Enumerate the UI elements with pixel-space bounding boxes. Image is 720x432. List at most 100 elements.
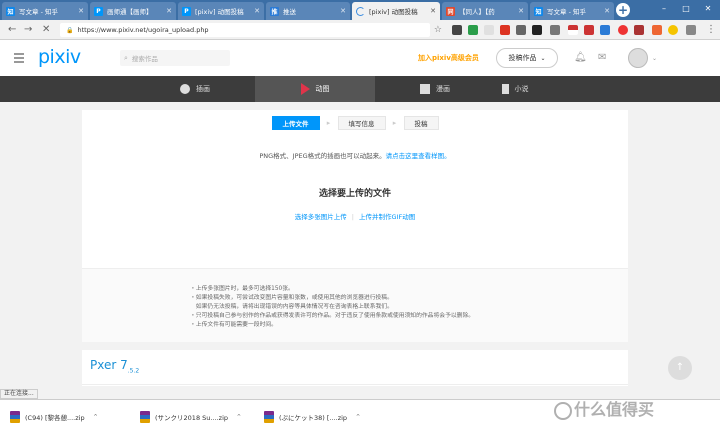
category-label: 漫画 <box>436 85 450 93</box>
novel-icon <box>501 84 509 94</box>
browser-tab[interactable]: 知 写文章 - 知乎 ✕ <box>530 2 614 20</box>
search-placeholder: 搜索作品 <box>131 55 158 63</box>
notification-bell-icon[interactable]: 🔔︎ <box>574 52 587 63</box>
pixiv-favicon-icon: P <box>182 6 191 16</box>
category-novel[interactable]: 小说 <box>455 76 575 102</box>
archive-file-icon <box>10 411 20 423</box>
scroll-to-top-button[interactable]: ↑ <box>668 356 692 380</box>
divider <box>82 384 628 385</box>
extension-icon[interactable] <box>618 25 628 35</box>
pxer-name: Pxer 7 <box>90 358 128 372</box>
note-line: ・只可投稿自己参与创作的作品或获得发表许可的作品。对于违反了使用条款或使用须知的… <box>190 313 475 319</box>
minimize-window-button[interactable]: – <box>654 2 674 16</box>
note-line: ・上传文件有可能需要一段时间。 <box>190 322 277 328</box>
pixiv-favicon-icon: P <box>94 6 103 16</box>
download-item[interactable]: (ぷにケット38) [....zip ⌃ <box>264 408 361 426</box>
apple-icon <box>180 84 190 94</box>
loading-spinner-icon <box>356 6 365 16</box>
browser-tab-active[interactable]: [pixiv] 动图投稿 ✕ <box>352 2 440 20</box>
upload-links: 选择多张图片上传 | 上传并制作GIF动图 <box>82 211 628 221</box>
manga-icon <box>420 84 430 94</box>
category-illustration[interactable]: 插画 <box>135 76 255 102</box>
extension-icon[interactable] <box>532 25 542 35</box>
search-input[interactable]: ⌕ 搜索作品 <box>120 50 230 66</box>
browser-tab[interactable]: 知 写文章 - 知乎 ✕ <box>2 2 88 20</box>
sample-link[interactable]: 请点击这里查看样图。 <box>386 152 451 160</box>
extension-icon[interactable] <box>500 25 510 35</box>
pxer-version: .5.2 <box>127 367 140 375</box>
chevron-up-icon[interactable]: ⌃ <box>355 413 361 421</box>
browser-tab[interactable]: P 画师通【画师】 ✕ <box>90 2 176 20</box>
back-arrow-icon[interactable]: ← <box>8 23 16 37</box>
download-filename: (C94) [黎各憩....zip <box>25 414 85 422</box>
search-icon: ⌕ <box>124 53 128 62</box>
close-tab-icon[interactable]: ✕ <box>518 7 524 15</box>
close-tab-icon[interactable]: ✕ <box>254 7 260 15</box>
format-info: PNG格式、JPEG格式的插画也可以动起来。请点击这里查看样图。 <box>82 150 628 160</box>
post-work-button[interactable]: 投稿作品 ⌄ <box>496 48 558 68</box>
extension-icon[interactable] <box>600 25 610 35</box>
emoji-extension-icon[interactable] <box>668 25 678 35</box>
flag-extension-icon[interactable] <box>568 25 578 35</box>
extension-icon[interactable] <box>484 25 494 35</box>
tab-label: [pixiv] 动图投稿 <box>369 8 418 16</box>
browser-tab[interactable]: P [pixiv] 动图投稿 ✕ <box>178 2 264 20</box>
stop-loading-icon[interactable]: ✕ <box>42 23 50 37</box>
category-ugoira[interactable]: 动图 <box>255 76 375 102</box>
tab-label: 写文章 - 知乎 <box>547 8 586 16</box>
step-fill-info: 填写信息 <box>337 116 386 130</box>
browser-tab[interactable]: 同 【同人】【药 ✕ <box>442 2 528 20</box>
chevron-down-icon[interactable]: ⌄ <box>652 55 657 62</box>
browser-tab-strip: 知 写文章 - 知乎 ✕ P 画师通【画师】 ✕ P [pixiv] 动图投稿 … <box>0 0 720 20</box>
forward-arrow-icon[interactable]: → <box>24 23 32 37</box>
chevron-up-icon[interactable]: ⌃ <box>236 413 242 421</box>
extension-icon[interactable] <box>468 25 478 35</box>
download-item[interactable]: (C94) [黎各憩....zip ⌃ <box>10 408 98 426</box>
pixiv-header: pixiv ⌕ 搜索作品 加入pixiv高级会员 投稿作品 ⌄ 🔔︎ ✉︎ ⌄ <box>0 40 720 76</box>
extension-icon[interactable] <box>634 25 644 35</box>
tab-label: 【同人】【药 <box>459 8 495 16</box>
select-multiple-images-link[interactable]: 选择多张图片上传 <box>295 213 347 221</box>
browser-menu-icon[interactable]: ⋮ <box>706 23 716 37</box>
drop-zone-heading[interactable]: 选择要上传的文件 <box>82 186 628 199</box>
download-filename: (ぷにケット38) [....zip <box>279 414 348 422</box>
extension-icon[interactable] <box>686 25 696 35</box>
upload-steps: 上传文件 ▸ 填写信息 ▸ 投稿 <box>82 116 628 130</box>
download-extension-icon[interactable] <box>516 25 526 35</box>
zhihu-favicon-icon: 知 <box>534 6 543 16</box>
chevron-up-icon[interactable]: ⌃ <box>93 413 99 421</box>
extension-icon[interactable] <box>652 25 662 35</box>
maximize-window-button[interactable]: □ <box>676 2 696 16</box>
category-nav: 插画 动图 漫画 小说 <box>0 76 720 102</box>
message-icon[interactable]: ✉︎ <box>598 52 606 63</box>
close-tab-icon[interactable]: ✕ <box>78 7 84 15</box>
pxer-panel: Pxer 7.5.2 <box>82 350 628 386</box>
close-tab-icon[interactable]: ✕ <box>430 7 436 15</box>
close-tab-icon[interactable]: ✕ <box>340 7 346 15</box>
close-tab-icon[interactable]: ✕ <box>604 7 610 15</box>
upload-gif-link[interactable]: 上传并制作GIF动图 <box>359 213 415 221</box>
archive-file-icon <box>264 411 274 423</box>
push-favicon-icon: 推 <box>270 6 279 16</box>
download-item[interactable]: (サンクリ2018 Su....zip ⌃ <box>140 408 242 426</box>
format-text: PNG格式、JPEG格式的插画也可以动起来。 <box>259 152 386 160</box>
tab-label: 推送 <box>283 8 296 16</box>
zhihu-favicon-icon: 知 <box>6 6 15 16</box>
step-arrow-icon: ▸ <box>392 119 397 127</box>
extension-icon[interactable] <box>550 25 560 35</box>
archive-file-icon <box>140 411 150 423</box>
bookmark-star-icon[interactable]: ☆ <box>434 25 442 35</box>
premium-link[interactable]: 加入pixiv高级会员 <box>418 53 479 63</box>
status-bubble: 正在连接... <box>0 389 38 399</box>
address-bar[interactable]: 🔒 https://www.pixiv.net/ugoira_upload.ph… <box>60 23 442 37</box>
close-window-button[interactable]: ✕ <box>698 2 718 16</box>
new-tab-button[interactable]: + <box>616 3 630 17</box>
extension-icon[interactable] <box>452 25 462 35</box>
pixiv-logo[interactable]: pixiv <box>38 46 81 68</box>
note-line: ・上传多张图片时，最多可选择150张。 <box>190 286 294 292</box>
extension-icon[interactable] <box>584 25 594 35</box>
close-tab-icon[interactable]: ✕ <box>166 7 172 15</box>
avatar[interactable] <box>628 48 648 68</box>
hamburger-menu-icon[interactable] <box>14 53 24 65</box>
browser-tab[interactable]: 推 推送 ✕ <box>266 2 350 20</box>
